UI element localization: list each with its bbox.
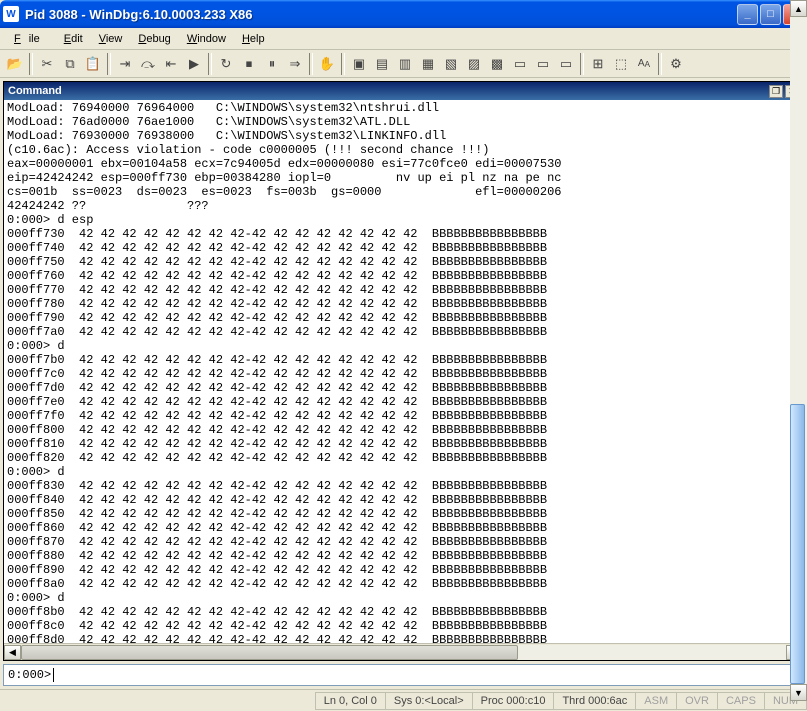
hand-icon[interactable]: ✋ — [316, 53, 338, 75]
separator-icon — [107, 53, 111, 75]
separator-icon — [580, 53, 584, 75]
scroll-track[interactable] — [790, 100, 803, 643]
separator-icon — [658, 53, 662, 75]
menu-debug[interactable]: Debug — [130, 31, 178, 47]
separator-icon — [29, 53, 33, 75]
scroll-left-icon[interactable]: ◀ — [4, 645, 21, 660]
cut-icon[interactable]: ✂ — [36, 53, 58, 75]
command-input[interactable]: 0:000> — [3, 664, 804, 686]
step-into-icon[interactable]: ⇥ — [114, 53, 136, 75]
copy-icon[interactable]: ⧉ — [59, 53, 81, 75]
menu-help[interactable]: Help — [234, 31, 273, 47]
vertical-scrollbar[interactable]: ▲ ▼ — [790, 100, 803, 643]
memory-icon[interactable]: ⬚ — [610, 53, 632, 75]
restore-icon[interactable]: ❐ — [769, 85, 783, 98]
scroll-track[interactable] — [21, 645, 786, 660]
font-icon[interactable]: AA — [633, 53, 655, 75]
window1-icon[interactable]: ▣ — [348, 53, 370, 75]
horizontal-scrollbar[interactable]: ◀ ▶ — [4, 643, 803, 660]
window3-icon[interactable]: ▥ — [394, 53, 416, 75]
menu-window[interactable]: Window — [179, 31, 234, 47]
run-icon[interactable]: ▶ — [183, 53, 205, 75]
separator-icon — [341, 53, 345, 75]
prompt-text: 0:000> — [8, 668, 51, 682]
open-icon[interactable]: 📂 — [4, 53, 26, 75]
titlebar[interactable]: W Pid 3088 - WinDbg:6.10.0003.233 X86 _ … — [0, 0, 807, 28]
menu-file[interactable]: File — [6, 31, 56, 47]
restart-icon[interactable]: ↻ — [215, 53, 237, 75]
maximize-button[interactable]: □ — [760, 4, 781, 25]
app-icon: W — [3, 6, 19, 22]
menu-edit[interactable]: Edit — [56, 31, 91, 47]
command-title: Command — [8, 85, 62, 97]
minimize-button[interactable]: _ — [737, 4, 758, 25]
window7-icon[interactable]: ▩ — [486, 53, 508, 75]
command-output[interactable]: ModLoad: 76940000 76964000 C:\WINDOWS\sy… — [4, 100, 803, 643]
step-out-icon[interactable]: ⇤ — [160, 53, 182, 75]
registers-icon[interactable]: ⊞ — [587, 53, 609, 75]
menubar: File Edit View Debug Window Help — [0, 28, 807, 50]
window9-icon[interactable]: ▭ — [532, 53, 554, 75]
window5-icon[interactable]: ▧ — [440, 53, 462, 75]
menu-view[interactable]: View — [91, 31, 131, 47]
window-title: Pid 3088 - WinDbg:6.10.0003.233 X86 — [23, 7, 735, 22]
toolbar: 📂 ✂ ⧉ 📋 ⇥ ⤼ ⇤ ▶ ↻ ⏹ ⏸ ⇒ ✋ ▣ ▤ ▥ ▦ ▧ ▨ ▩ … — [0, 50, 807, 78]
scroll-thumb[interactable] — [790, 404, 803, 643]
command-titlebar[interactable]: Command ❐ ✕ — [4, 82, 803, 100]
caret-icon — [53, 668, 54, 682]
break-icon[interactable]: ⏸ — [261, 53, 283, 75]
step-over-icon[interactable]: ⤼ — [137, 53, 159, 75]
separator-icon — [208, 53, 212, 75]
scroll-thumb[interactable] — [21, 645, 518, 660]
options-icon[interactable]: ⚙ — [665, 53, 687, 75]
go-icon[interactable]: ⇒ — [284, 53, 306, 75]
status-bar: Ln 0, Col 0 Sys 0:<Local> Proc 000:c10 T… — [0, 689, 807, 711]
window6-icon[interactable]: ▨ — [463, 53, 485, 75]
command-window: Command ❐ ✕ ModLoad: 76940000 76964000 C… — [3, 81, 804, 661]
window10-icon[interactable]: ▭ — [555, 53, 577, 75]
window4-icon[interactable]: ▦ — [417, 53, 439, 75]
window2-icon[interactable]: ▤ — [371, 53, 393, 75]
separator-icon — [309, 53, 313, 75]
stop-icon[interactable]: ⏹ — [238, 53, 260, 75]
paste-icon[interactable]: 📋 — [82, 53, 104, 75]
window8-icon[interactable]: ▭ — [509, 53, 531, 75]
